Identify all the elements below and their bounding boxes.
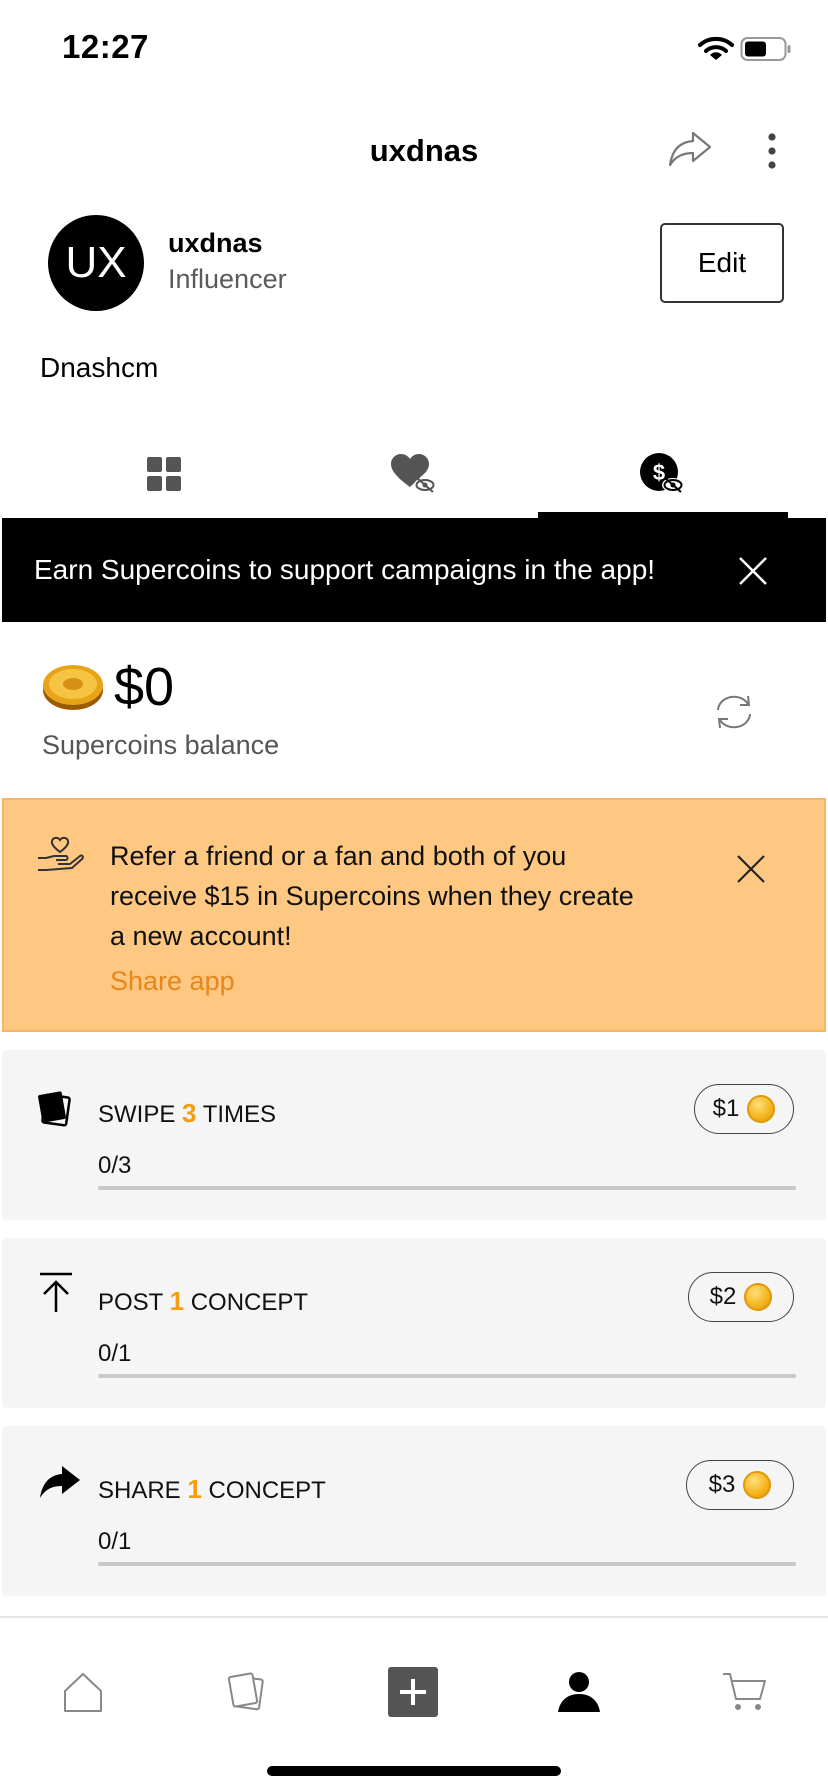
refresh-balance-button[interactable] bbox=[706, 684, 762, 740]
upload-icon bbox=[40, 1272, 72, 1312]
task-progress-text: 0/1 bbox=[98, 1528, 132, 1555]
task-progress-bar bbox=[98, 1562, 796, 1566]
avatar: UX bbox=[48, 215, 144, 311]
task-title: SHARE 1 CONCEPT bbox=[98, 1474, 326, 1504]
share-button[interactable] bbox=[662, 126, 718, 172]
tab-supercoins[interactable]: $ bbox=[538, 430, 786, 518]
more-vertical-icon bbox=[768, 133, 776, 169]
task-title: SWIPE 3 TIMES bbox=[98, 1098, 277, 1128]
cards-icon bbox=[227, 1672, 264, 1711]
share-arrow-icon bbox=[668, 131, 712, 167]
coin-icon bbox=[747, 1095, 776, 1123]
refresh-icon bbox=[717, 695, 751, 729]
nav-divider bbox=[0, 1616, 828, 1618]
share-arrow-icon bbox=[40, 1466, 80, 1498]
reward-amount: $1 bbox=[712, 1095, 740, 1122]
nav-home[interactable] bbox=[28, 1660, 138, 1724]
close-banner-button[interactable] bbox=[728, 546, 778, 596]
task-card-swipe: SWIPE 3 TIMES $1 0/3 bbox=[2, 1050, 826, 1220]
task-title: POST 1 CONCEPT bbox=[98, 1286, 309, 1316]
coin-icon bbox=[743, 1471, 772, 1499]
info-banner: Earn Supercoins to support campaigns in … bbox=[2, 518, 826, 622]
cart-icon bbox=[723, 1673, 766, 1710]
add-icon bbox=[388, 1667, 438, 1717]
referral-text: Refer a friend or a fan and both of you … bbox=[110, 841, 634, 951]
reward-badge: $1 bbox=[694, 1084, 794, 1134]
cards-icon bbox=[38, 1091, 71, 1127]
battery-icon bbox=[740, 37, 791, 61]
reward-amount: $3 bbox=[708, 1471, 736, 1498]
hand-heart-icon bbox=[38, 836, 84, 871]
nav-profile[interactable] bbox=[524, 1660, 634, 1724]
wifi-icon bbox=[698, 36, 734, 60]
balance-label: Supercoins balance bbox=[42, 730, 280, 760]
grid-icon bbox=[147, 457, 181, 491]
close-referral-button[interactable] bbox=[726, 844, 776, 894]
reward-badge: $3 bbox=[686, 1460, 794, 1510]
close-icon bbox=[739, 557, 767, 585]
reward-amount: $2 bbox=[709, 1283, 737, 1310]
task-progress-text: 0/1 bbox=[98, 1340, 132, 1367]
profile-username: uxdnas bbox=[168, 228, 263, 258]
edit-profile-button[interactable]: Edit bbox=[660, 223, 784, 303]
heart-eye-icon bbox=[391, 454, 436, 493]
profile-role: Influencer bbox=[168, 264, 287, 294]
task-progress-bar bbox=[98, 1374, 796, 1378]
nav-add[interactable] bbox=[358, 1660, 468, 1724]
supercoin-icon bbox=[43, 665, 103, 710]
nav-cart[interactable] bbox=[690, 1660, 800, 1724]
reward-badge: $2 bbox=[688, 1272, 794, 1322]
referral-card: Refer a friend or a fan and both of you … bbox=[2, 798, 826, 1032]
task-progress-text: 0/3 bbox=[98, 1152, 132, 1179]
balance-amount: $0 bbox=[114, 657, 175, 717]
task-card-share: SHARE 1 CONCEPT $3 0/1 bbox=[2, 1426, 826, 1596]
home-indicator bbox=[267, 1766, 561, 1776]
coin-icon bbox=[744, 1283, 773, 1311]
dollar-eye-icon: $ bbox=[640, 453, 684, 493]
svg-text:$: $ bbox=[653, 460, 665, 485]
task-progress-bar bbox=[98, 1186, 796, 1190]
more-options-button[interactable] bbox=[752, 126, 792, 176]
tab-grid[interactable] bbox=[40, 430, 288, 518]
close-icon bbox=[737, 855, 765, 883]
share-app-link[interactable]: Share app bbox=[110, 966, 235, 997]
tab-liked-hidden[interactable] bbox=[290, 430, 538, 518]
banner-text: Earn Supercoins to support campaigns in … bbox=[34, 554, 656, 585]
task-card-post: POST 1 CONCEPT $2 0/1 bbox=[2, 1238, 826, 1408]
nav-cards[interactable] bbox=[192, 1660, 302, 1724]
home-icon bbox=[64, 1673, 102, 1712]
profile-icon bbox=[558, 1672, 600, 1712]
profile-bio: Dnashcm bbox=[40, 352, 159, 383]
status-time: 12:27 bbox=[62, 28, 149, 65]
